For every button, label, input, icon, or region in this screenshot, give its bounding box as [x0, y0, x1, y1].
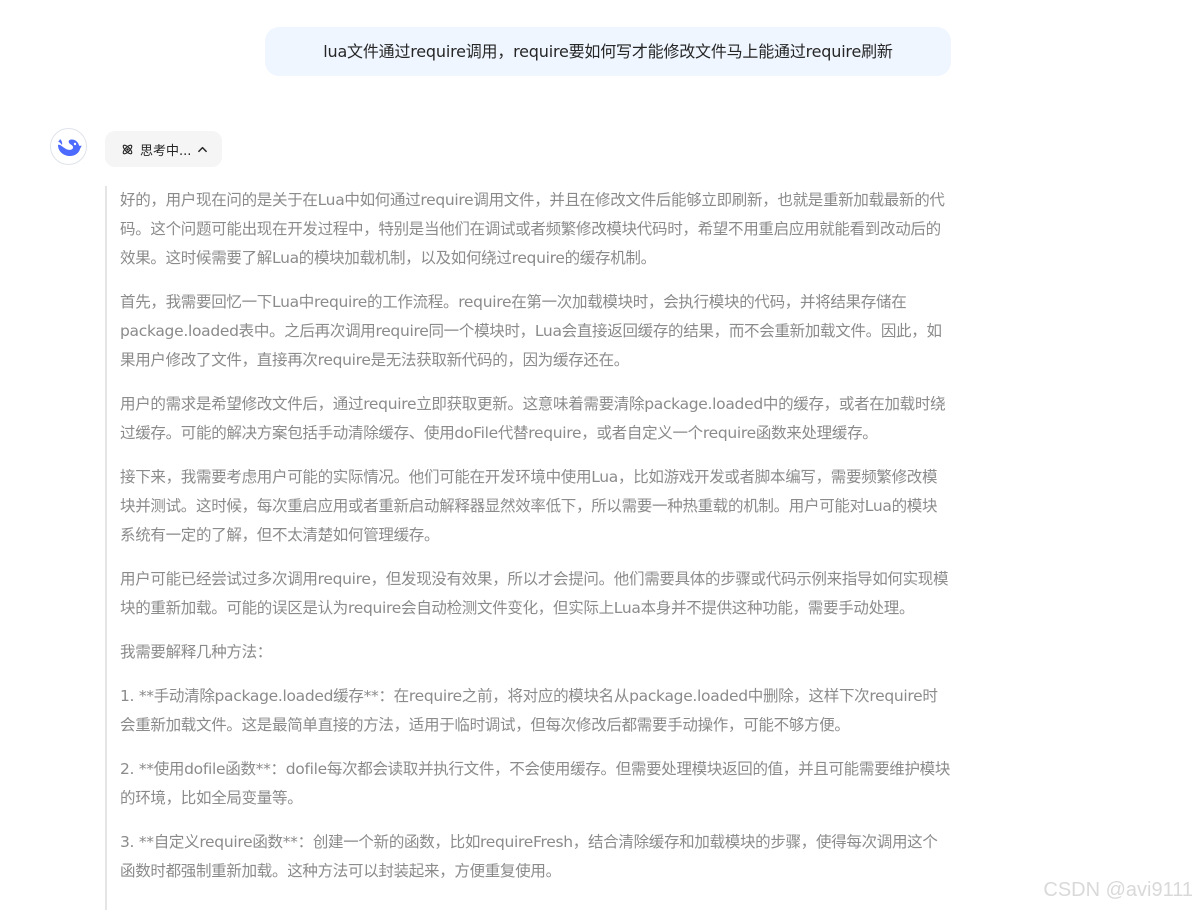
csdn-watermark: CSDN @avi9111 — [1043, 879, 1193, 901]
thinking-paragraph: 好的，用户现在问的是关于在Lua中如何通过require调用文件，并且在修改文件… — [120, 191, 945, 267]
user-message-text: lua文件通过require调用，require要如何写才能修改文件马上能通过r… — [323, 42, 893, 61]
thinking-paragraph: 用户可能已经尝试过多次调用require，但发现没有效果，所以才会提问。他们需要… — [120, 570, 949, 617]
chevron-up-icon — [197, 144, 208, 155]
whale-logo-icon — [57, 138, 81, 156]
atom-icon — [121, 143, 134, 156]
thinking-toggle-label: 思考中... — [140, 143, 192, 159]
thinking-paragraph: 用户的需求是希望修改文件后，通过require立即获取更新。这意味着需要清除pa… — [120, 395, 946, 442]
thinking-toggle-button[interactable]: 思考中... — [105, 131, 223, 167]
assistant-avatar — [50, 128, 87, 165]
thinking-paragraph: 首先，我需要回忆一下Lua中require的工作流程。require在第一次加载… — [120, 293, 942, 369]
user-message-bubble: lua文件通过require调用，require要如何写才能修改文件马上能通过r… — [265, 27, 951, 76]
thinking-paragraph: 1. **手动清除package.loaded缓存**：在require之前，将… — [120, 687, 938, 734]
thinking-paragraph: 3. **自定义require函数**：创建一个新的函数，比如requireFr… — [120, 833, 938, 880]
thinking-content: 好的，用户现在问的是关于在Lua中如何通过require调用文件，并且在修改文件… — [105, 186, 951, 910]
thinking-paragraph: 2. **使用dofile函数**：dofile每次都会读取并执行文件，不会使用… — [120, 760, 951, 807]
thinking-paragraph: 接下来，我需要考虑用户可能的实际情况。他们可能在开发环境中使用Lua，比如游戏开… — [120, 468, 938, 544]
thinking-paragraph: 我需要解释几种方法： — [120, 643, 273, 661]
